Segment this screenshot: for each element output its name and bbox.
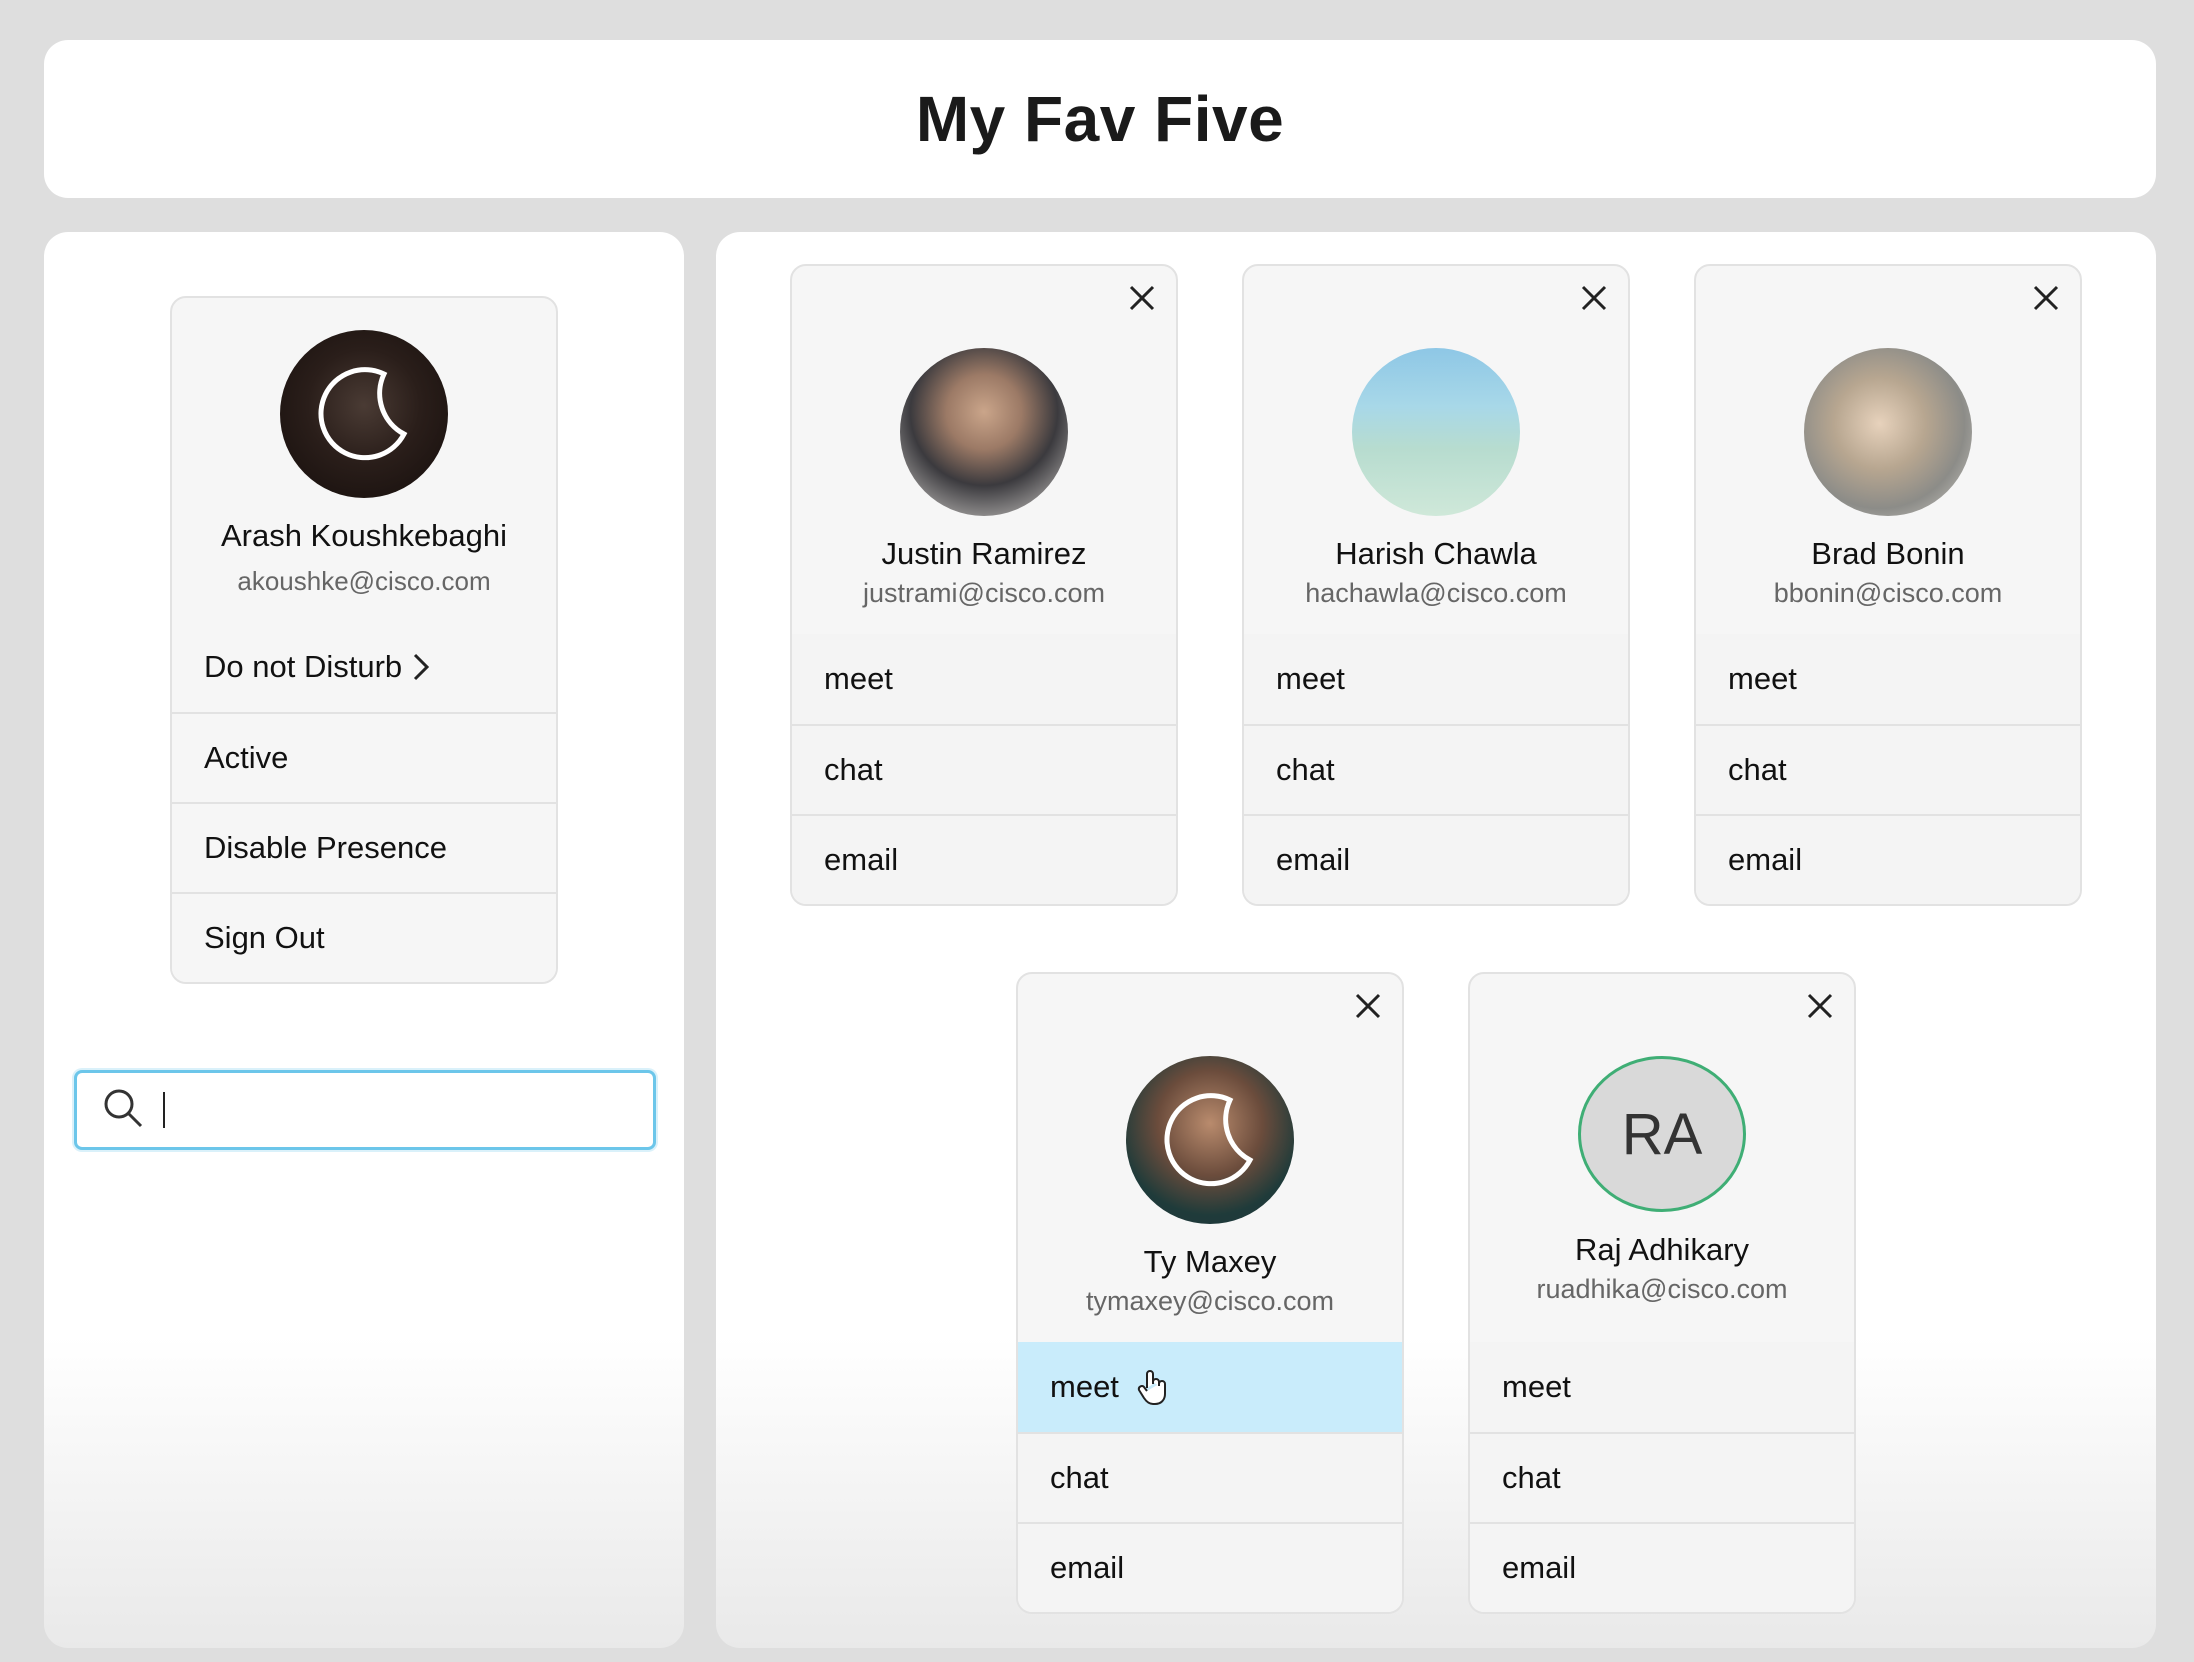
action-label: meet bbox=[1728, 661, 1797, 696]
meet-button[interactable]: meet bbox=[1018, 1342, 1402, 1432]
text-caret bbox=[163, 1092, 165, 1128]
chat-button[interactable]: chat bbox=[1470, 1432, 1854, 1522]
close-icon[interactable] bbox=[1348, 986, 1388, 1026]
contact-name: Justin Ramirez bbox=[881, 536, 1087, 571]
email-button[interactable]: email bbox=[792, 814, 1176, 904]
avatar-initials: RA bbox=[1621, 1101, 1703, 1167]
action-label: chat bbox=[824, 752, 883, 787]
contact-email: tymaxey@cisco.com bbox=[1086, 1286, 1334, 1316]
meet-button[interactable]: meet bbox=[1696, 634, 2080, 724]
email-button[interactable]: email bbox=[1470, 1522, 1854, 1612]
menu-item-label: Active bbox=[204, 740, 289, 775]
action-label: email bbox=[1050, 1550, 1125, 1585]
avatar[interactable] bbox=[1804, 348, 1972, 516]
contact-card: RA Raj Adhikary ruadhika@cisco.com meet … bbox=[1468, 972, 1856, 1614]
email-button[interactable]: email bbox=[1018, 1522, 1402, 1612]
menu-item-sign-out[interactable]: Sign Out bbox=[172, 892, 556, 982]
menu-item-label: Sign Out bbox=[204, 920, 325, 955]
close-icon[interactable] bbox=[2026, 278, 2066, 318]
profile-card: Arash Koushkebaghi akoushke@cisco.com Do… bbox=[170, 296, 558, 984]
action-label: meet bbox=[1502, 1369, 1571, 1404]
action-label: chat bbox=[1276, 752, 1335, 787]
menu-item-label: Do not Disturb bbox=[204, 649, 403, 684]
menu-item-label: Disable Presence bbox=[204, 830, 447, 865]
meet-button[interactable]: meet bbox=[792, 634, 1176, 724]
email-button[interactable]: email bbox=[1696, 814, 2080, 904]
menu-item-active[interactable]: Active bbox=[172, 712, 556, 802]
contact-card: Brad Bonin bbonin@cisco.com meet chat em… bbox=[1694, 264, 2082, 906]
email-button[interactable]: email bbox=[1244, 814, 1628, 904]
action-label: chat bbox=[1728, 752, 1787, 787]
avatar[interactable]: RA bbox=[1578, 1056, 1746, 1212]
contact-card: Harish Chawla hachawla@cisco.com meet ch… bbox=[1242, 264, 1630, 906]
contact-name: Brad Bonin bbox=[1811, 536, 1965, 571]
action-label: email bbox=[1276, 842, 1351, 877]
contact-name: Ty Maxey bbox=[1143, 1244, 1277, 1279]
action-label: email bbox=[824, 842, 899, 877]
contact-email: bbonin@cisco.com bbox=[1773, 578, 2003, 608]
avatar[interactable] bbox=[1352, 348, 1520, 516]
search-box[interactable] bbox=[74, 1070, 656, 1150]
contact-email: ruadhika@cisco.com bbox=[1536, 1274, 1788, 1304]
search-icon bbox=[101, 1086, 145, 1135]
profile-name: Arash Koushkebaghi bbox=[220, 518, 508, 553]
chat-button[interactable]: chat bbox=[1244, 724, 1628, 814]
moon-dnd-icon bbox=[318, 367, 408, 461]
menu-item-disable-presence[interactable]: Disable Presence bbox=[172, 802, 556, 892]
left-panel: Arash Koushkebaghi akoushke@cisco.com Do… bbox=[44, 232, 684, 1648]
menu-item-do-not-disturb[interactable]: Do not Disturb bbox=[172, 622, 556, 712]
hand-cursor-icon bbox=[1137, 1368, 1169, 1406]
contact-name: Harish Chawla bbox=[1335, 536, 1537, 571]
close-icon[interactable] bbox=[1574, 278, 1614, 318]
meet-button[interactable]: meet bbox=[1244, 634, 1628, 724]
action-label: meet bbox=[824, 661, 893, 696]
contact-name: Raj Adhikary bbox=[1574, 1232, 1750, 1267]
profile-avatar[interactable] bbox=[280, 330, 448, 498]
avatar[interactable] bbox=[1126, 1056, 1294, 1224]
action-label: meet bbox=[1276, 661, 1345, 696]
close-icon[interactable] bbox=[1800, 986, 1840, 1026]
action-label: meet bbox=[1050, 1369, 1119, 1404]
search-input[interactable] bbox=[182, 1080, 653, 1140]
contact-email: justrami@cisco.com bbox=[863, 578, 1105, 608]
contact-email: hachawla@cisco.com bbox=[1305, 578, 1567, 608]
action-label: email bbox=[1502, 1550, 1577, 1585]
chat-button[interactable]: chat bbox=[792, 724, 1176, 814]
close-icon[interactable] bbox=[1122, 278, 1162, 318]
contact-card: Justin Ramirez justrami@cisco.com meet c… bbox=[790, 264, 1178, 906]
chat-button[interactable]: chat bbox=[1696, 724, 2080, 814]
contact-card: Ty Maxey tymaxey@cisco.com meet chat ema… bbox=[1016, 972, 1404, 1614]
action-label: chat bbox=[1050, 1460, 1109, 1495]
profile-email: akoushke@cisco.com bbox=[237, 566, 491, 596]
app-header: My Fav Five bbox=[44, 40, 2156, 198]
meet-button[interactable]: meet bbox=[1470, 1342, 1854, 1432]
moon-dnd-icon bbox=[1164, 1093, 1254, 1187]
avatar[interactable] bbox=[900, 348, 1068, 516]
favorites-panel: Justin Ramirez justrami@cisco.com meet c… bbox=[716, 232, 2156, 1648]
action-label: chat bbox=[1502, 1460, 1561, 1495]
chat-button[interactable]: chat bbox=[1018, 1432, 1402, 1522]
action-label: email bbox=[1728, 842, 1803, 877]
app-title: My Fav Five bbox=[915, 83, 1285, 155]
chevron-right-icon bbox=[412, 652, 430, 682]
